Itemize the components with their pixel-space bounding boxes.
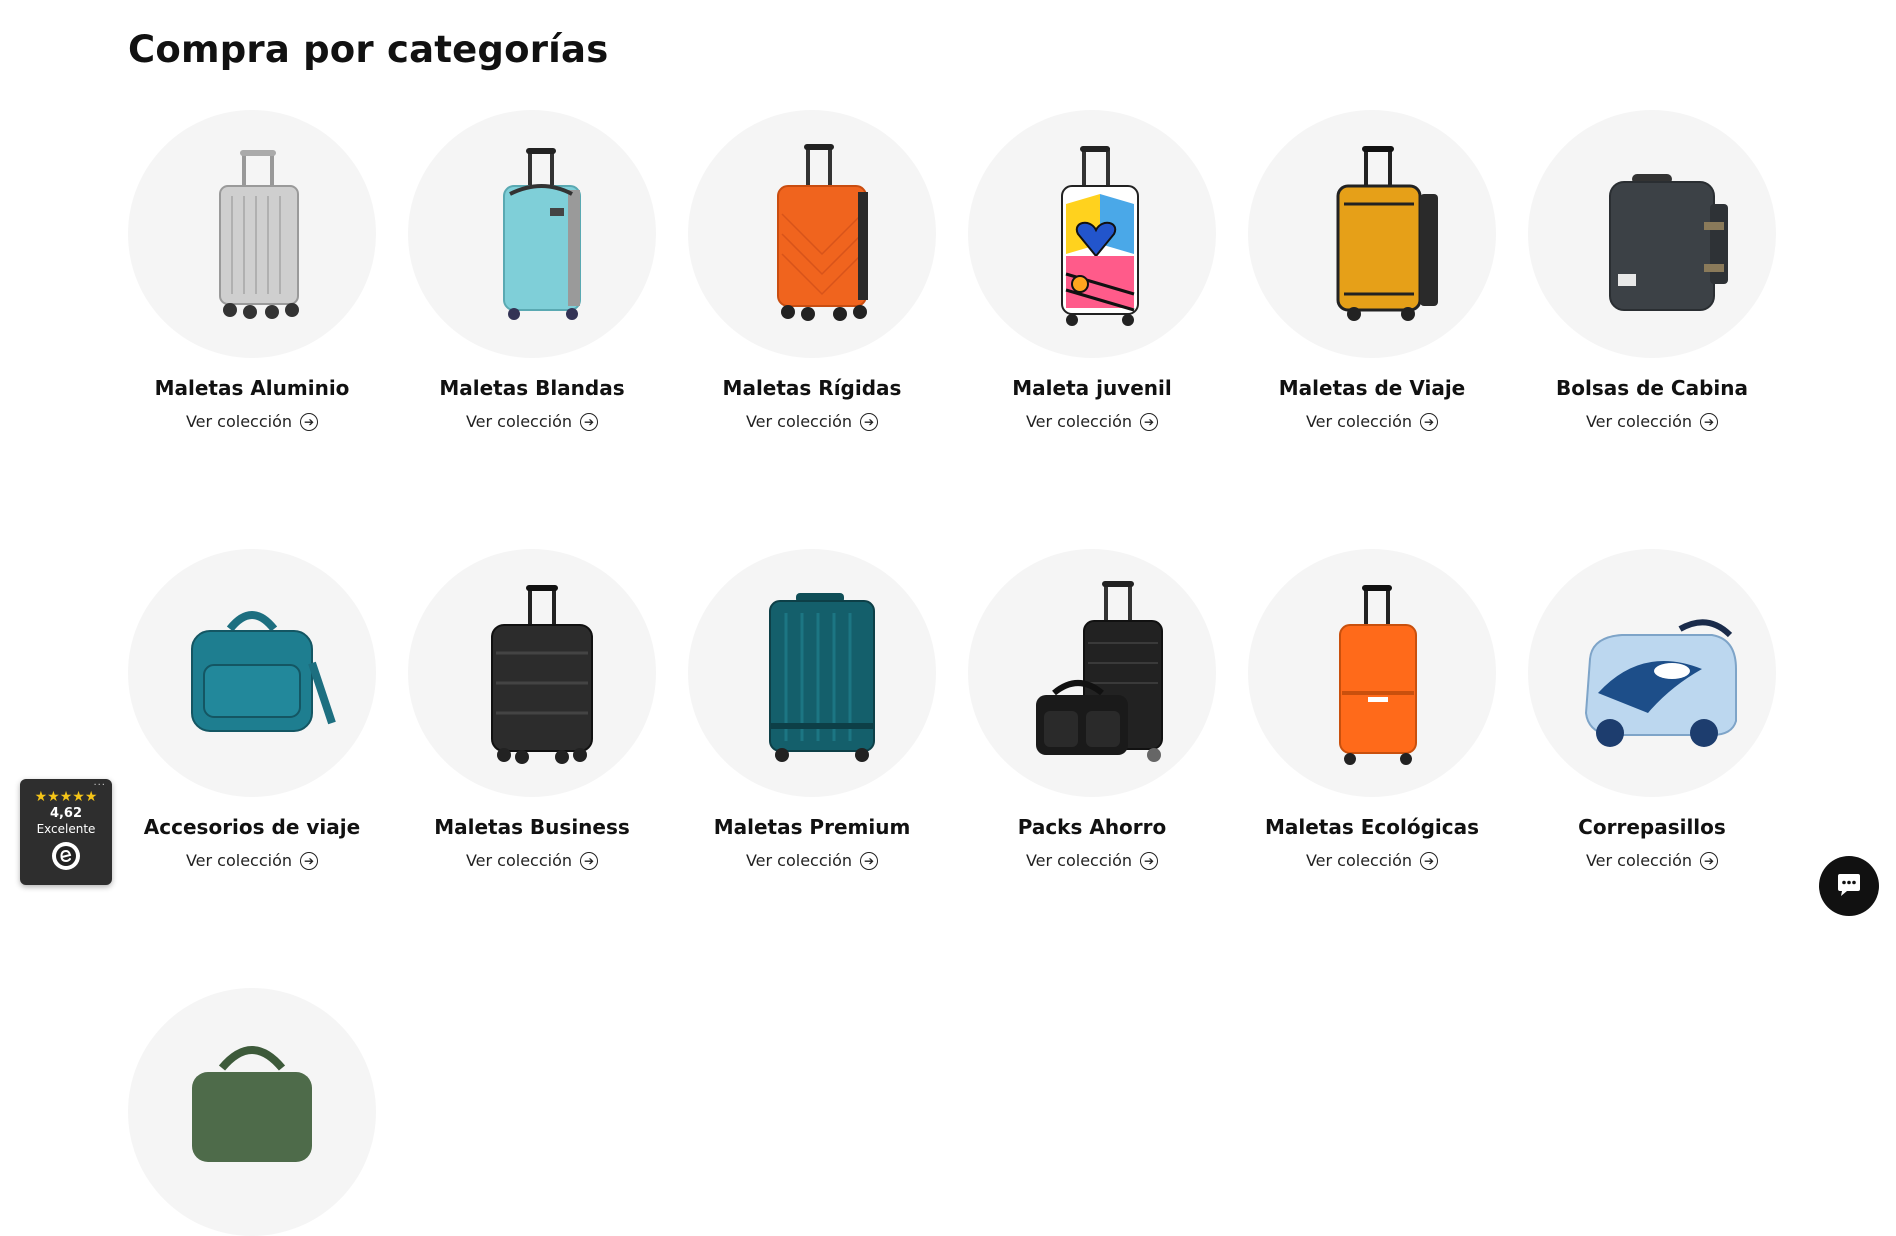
arrow-right-circle-icon: ➔: [1700, 851, 1719, 870]
arrow-right-circle-icon: ➔: [1700, 412, 1719, 431]
arrow-right-circle-icon: ➔: [1420, 851, 1439, 870]
view-collection-link[interactable]: Ver colección ➔: [745, 851, 879, 870]
suitcase-image: [777, 144, 868, 321]
arrow-right-circle-icon: ➔: [300, 851, 319, 870]
view-collection-link[interactable]: Ver colección ➔: [465, 412, 599, 431]
category-card-maletas-blandas[interactable]: Maletas Blandas Ver colección ➔: [408, 110, 656, 431]
rating-stars: ★★★★★: [34, 789, 98, 805]
suitcase-image: [769, 593, 875, 762]
view-collection-label: Ver colección: [465, 851, 573, 870]
suitcase-image: [491, 585, 593, 764]
category-title[interactable]: Accesorios de viaje: [144, 815, 360, 839]
category-title[interactable]: Maletas Premium: [714, 815, 911, 839]
bag-image: [192, 1046, 312, 1162]
arrow-right-circle-icon: ➔: [580, 412, 599, 431]
suitcase-image: [1061, 146, 1139, 326]
arrow-right-circle-icon: ➔: [1140, 412, 1159, 431]
view-collection-label: Ver colección: [185, 412, 293, 431]
category-title[interactable]: Correpasillos: [1578, 815, 1726, 839]
view-collection-label: Ver colección: [185, 851, 293, 870]
category-title[interactable]: Maletas de Viaje: [1279, 376, 1465, 400]
suitcase-image: [1336, 146, 1438, 321]
view-collection-link[interactable]: Ver colección ➔: [1305, 412, 1439, 431]
category-card-packs-ahorro[interactable]: Packs Ahorro Ver colección ➔: [968, 549, 1216, 870]
category-image[interactable]: [1248, 110, 1496, 358]
arrow-right-circle-icon: ➔: [580, 851, 599, 870]
category-grid: Maletas Aluminio Ver colección ➔ Maletas…: [128, 110, 1776, 1236]
category-image[interactable]: [1248, 549, 1496, 797]
category-title[interactable]: Packs Ahorro: [1018, 815, 1167, 839]
category-card-maletas-rigidas[interactable]: Maletas Rígidas Ver colección ➔: [688, 110, 936, 431]
category-image[interactable]: [1528, 110, 1776, 358]
category-title[interactable]: Maletas Ecológicas: [1265, 815, 1479, 839]
category-title[interactable]: Maletas Blandas: [439, 376, 624, 400]
view-collection-label: Ver colección: [1585, 851, 1693, 870]
view-collection-link[interactable]: Ver colección ➔: [465, 851, 599, 870]
chat-button[interactable]: [1819, 856, 1879, 916]
arrow-right-circle-icon: ➔: [860, 412, 879, 431]
category-card-maletas-aluminio[interactable]: Maletas Aluminio Ver colección ➔: [128, 110, 376, 431]
suitcase-image: [219, 150, 299, 319]
view-collection-label: Ver colección: [1025, 412, 1133, 431]
view-collection-link[interactable]: Ver colección ➔: [1025, 412, 1159, 431]
view-collection-label: Ver colección: [745, 412, 853, 431]
suitcase-image: [1339, 585, 1417, 765]
view-collection-link[interactable]: Ver colección ➔: [745, 412, 879, 431]
category-card-maleta-juvenil[interactable]: Maleta juvenil Ver colección ➔: [968, 110, 1216, 431]
arrow-right-circle-icon: ➔: [1420, 412, 1439, 431]
arrow-right-circle-icon: ➔: [860, 851, 879, 870]
category-card-maletas-premium[interactable]: Maletas Premium Ver colección ➔: [688, 549, 936, 870]
category-title[interactable]: Bolsas de Cabina: [1556, 376, 1748, 400]
category-card-accesorios-de-viaje[interactable]: Accesorios de viaje Ver colección ➔: [128, 549, 376, 870]
category-image[interactable]: [1528, 549, 1776, 797]
arrow-right-circle-icon: ➔: [1140, 851, 1159, 870]
trusted-shops-e-icon: [52, 842, 80, 870]
arrow-right-circle-icon: ➔: [300, 412, 319, 431]
view-collection-link[interactable]: Ver colección ➔: [1585, 851, 1719, 870]
category-title[interactable]: Maletas Rígidas: [723, 376, 902, 400]
category-title[interactable]: Maleta juvenil: [1012, 376, 1171, 400]
rating-label: Excelente: [36, 822, 96, 836]
rating-widget[interactable]: ··· ★★★★★ 4,62 Excelente: [20, 779, 112, 885]
view-collection-label: Ver colección: [1585, 412, 1693, 431]
view-collection-link[interactable]: Ver colección ➔: [1025, 851, 1159, 870]
category-image[interactable]: [688, 549, 936, 797]
view-collection-link[interactable]: Ver colección ➔: [185, 851, 319, 870]
view-collection-link[interactable]: Ver colección ➔: [1305, 851, 1439, 870]
category-image[interactable]: [968, 549, 1216, 797]
category-image[interactable]: [968, 110, 1216, 358]
view-collection-label: Ver colección: [1025, 851, 1133, 870]
category-card-correpasillos[interactable]: Correpasillos Ver colección ➔: [1528, 549, 1776, 870]
category-image[interactable]: [408, 549, 656, 797]
category-card-maletas-business[interactable]: Maletas Business Ver colección ➔: [408, 549, 656, 870]
ride-on-suitcase-image: [1584, 619, 1737, 747]
view-collection-link[interactable]: Ver colección ➔: [185, 412, 319, 431]
backpack-image: [1609, 174, 1728, 311]
pack-image: [1036, 581, 1163, 762]
rating-score: 4,62: [49, 806, 83, 821]
suitcase-image: [503, 148, 581, 320]
chat-bubble-icon: [1838, 874, 1860, 896]
category-image[interactable]: [688, 110, 936, 358]
page-title: Compra por categorías: [128, 28, 609, 71]
category-card-partial[interactable]: [128, 988, 376, 1236]
category-image[interactable]: [408, 110, 656, 358]
view-collection-label: Ver colección: [1305, 851, 1413, 870]
category-image[interactable]: [128, 988, 376, 1236]
view-collection-label: Ver colección: [1305, 412, 1413, 431]
view-collection-label: Ver colección: [465, 412, 573, 431]
category-title[interactable]: Maletas Aluminio: [155, 376, 350, 400]
more-options-icon[interactable]: ···: [93, 780, 106, 791]
category-card-maletas-de-viaje[interactable]: Maletas de Viaje Ver colección ➔: [1248, 110, 1496, 431]
category-title[interactable]: Maletas Business: [434, 815, 630, 839]
category-card-maletas-ecologicas[interactable]: Maletas Ecológicas Ver colección ➔: [1248, 549, 1496, 870]
bag-image: [191, 611, 336, 732]
view-collection-label: Ver colección: [745, 851, 853, 870]
category-image[interactable]: [128, 549, 376, 797]
category-image[interactable]: [128, 110, 376, 358]
category-card-bolsas-de-cabina[interactable]: Bolsas de Cabina Ver colección ➔: [1528, 110, 1776, 431]
view-collection-link[interactable]: Ver colección ➔: [1585, 412, 1719, 431]
